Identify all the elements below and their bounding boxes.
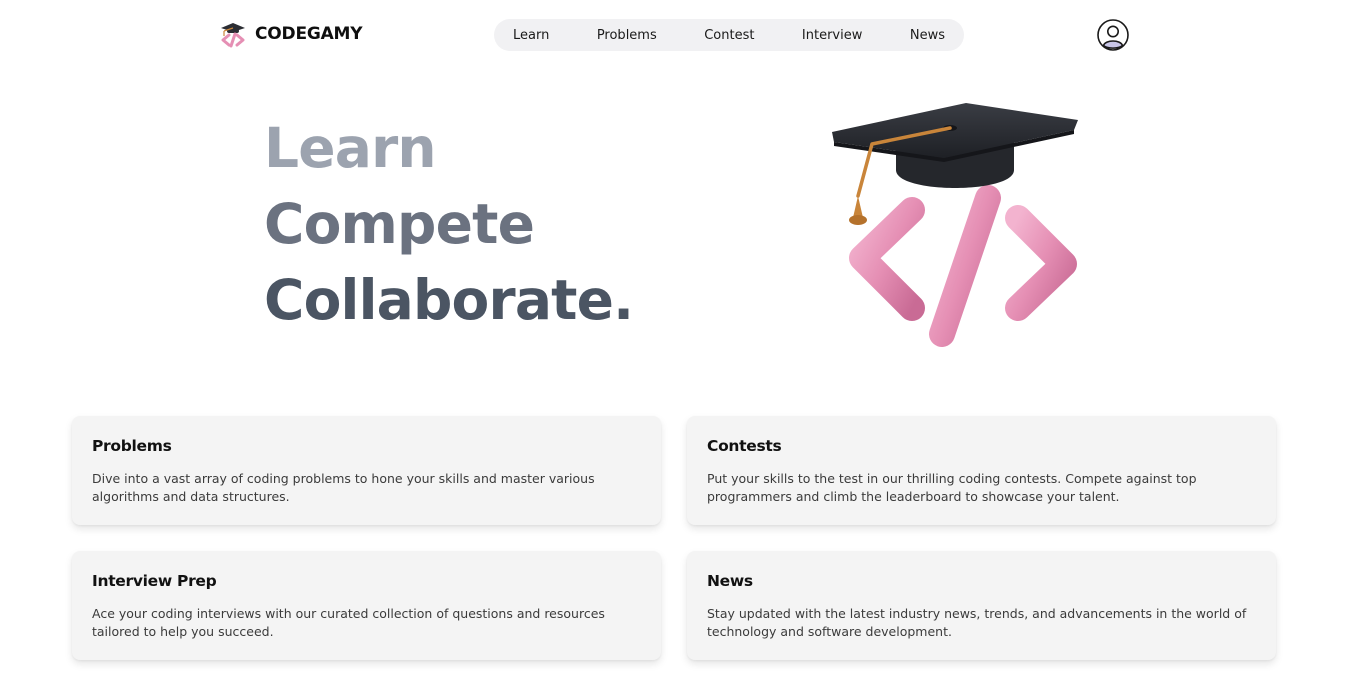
card-title: Problems [92,437,172,455]
graduation-cap-code-icon [219,20,247,48]
user-avatar-icon [1097,19,1129,51]
hero-line-compete: Compete [264,192,535,256]
nav-item-learn[interactable]: Learn [513,28,549,43]
card-news[interactable]: News Stay updated with the latest indust… [687,551,1276,660]
card-contests[interactable]: Contests Put your skills to the test in … [687,416,1276,525]
card-description: Ace your coding interviews with our cura… [92,606,605,639]
nav-item-contest[interactable]: Contest [704,28,754,43]
card-description: Put your skills to the test in our thril… [707,471,1197,504]
card-title: Contests [707,437,782,455]
card-problems[interactable]: Problems Dive into a vast array of codin… [72,416,661,525]
brand-logo[interactable]: CODEGAMY [219,20,363,48]
brand-name: CODEGAMY [255,24,363,44]
user-avatar-button[interactable] [1097,19,1129,51]
hero-line-learn: Learn [264,116,437,180]
page: CODEGAMY Learn Problems Contest Intervie… [0,0,1348,680]
nav-item-problems[interactable]: Problems [597,28,657,43]
card-title: Interview Prep [92,572,217,590]
graduation-cap-code-illustration [828,98,1084,350]
nav-item-interview[interactable]: Interview [802,28,862,43]
card-description: Dive into a vast array of coding problem… [92,471,595,504]
main-nav: Learn Problems Contest Interview News [494,19,964,51]
nav-item-news[interactable]: News [910,28,945,43]
card-interview-prep[interactable]: Interview Prep Ace your coding interview… [72,551,661,660]
card-title: News [707,572,753,590]
hero-line-collaborate: Collaborate. [264,268,634,332]
card-description: Stay updated with the latest industry ne… [707,606,1247,639]
